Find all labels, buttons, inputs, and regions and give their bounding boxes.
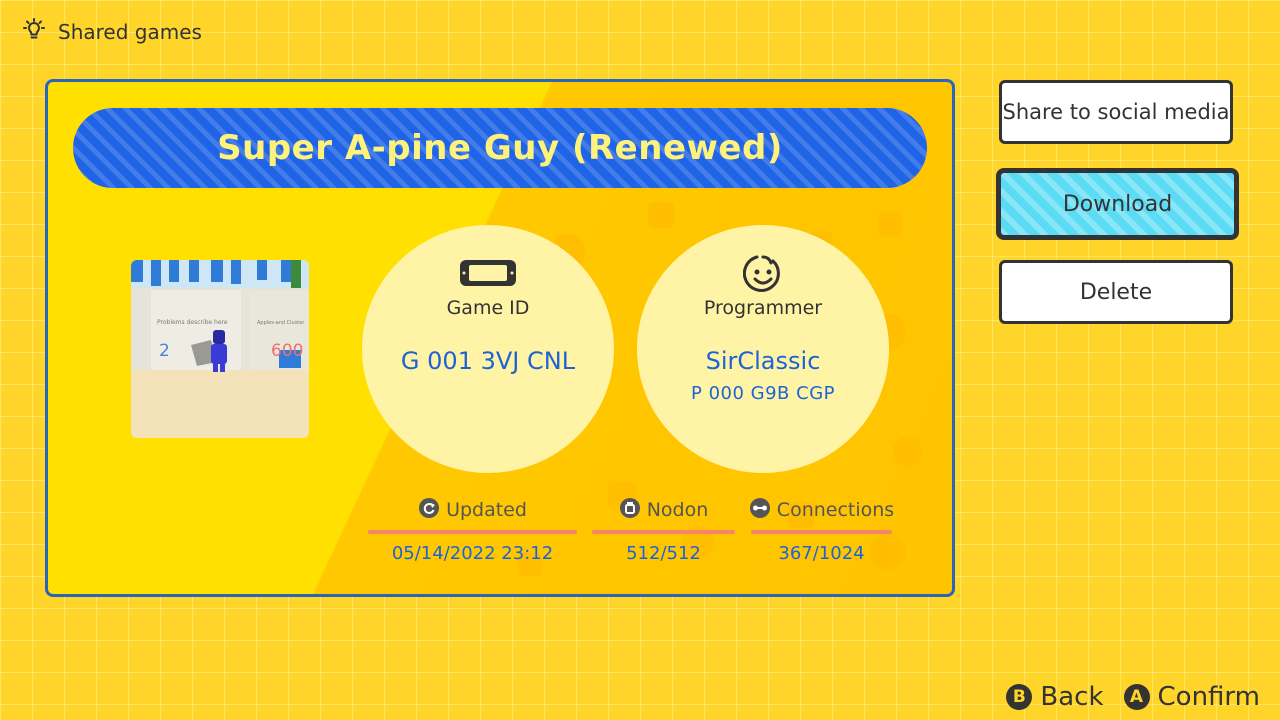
divider	[368, 530, 577, 534]
game-thumbnail: Problems describe here Apples-and Cluste…	[131, 260, 309, 438]
thumb-sign-left: Problems describe here	[157, 319, 228, 326]
stat-nodon: Nodon 512/512	[592, 496, 735, 564]
a-button-icon: A	[1123, 684, 1150, 710]
thumb-sign-right: Apples-and Cluster	[257, 320, 305, 326]
programmer-name: SirClassic	[705, 347, 821, 375]
programmer-panel: Programmer SirClassic P 000 G9B CGP	[637, 225, 889, 473]
game-title: Super A-pine Guy (Renewed)	[217, 128, 783, 168]
nodon-icon	[619, 497, 641, 523]
button-hints: B Back A Confirm	[1006, 682, 1260, 712]
programmer-label: Programmer	[703, 297, 823, 319]
title-banner: Super A-pine Guy (Renewed)	[73, 108, 927, 188]
stat-updated: Updated 05/14/2022 23:12	[368, 496, 577, 564]
programmer-id: P 000 G9B CGP	[691, 383, 835, 404]
thumb-score-left: 2	[159, 341, 170, 361]
refresh-icon	[418, 497, 440, 523]
lightbulb-icon	[20, 16, 48, 48]
programmer-face-icon	[733, 255, 793, 292]
download-button[interactable]: Download	[996, 168, 1239, 240]
page-header: Shared games	[20, 16, 202, 48]
delete-button[interactable]: Delete	[999, 260, 1233, 324]
b-button-icon: B	[1006, 684, 1033, 710]
connection-icon	[749, 497, 771, 523]
divider	[592, 530, 735, 534]
updated-value: 05/14/2022 23:12	[391, 543, 554, 564]
back-label: Back	[1040, 682, 1104, 712]
game-id-value: G 001 3VJ CNL	[400, 347, 576, 375]
game-id-panel: Game ID G 001 3VJ CNL	[362, 225, 614, 473]
divider	[751, 530, 892, 534]
nodon-label: Nodon	[646, 499, 709, 521]
page-title: Shared games	[58, 20, 202, 44]
stat-connections: Connections 367/1024	[749, 496, 895, 564]
share-button[interactable]: Share to social media	[999, 80, 1233, 144]
confirm-label: Confirm	[1157, 682, 1260, 712]
game-console-icon	[458, 255, 518, 291]
game-id-label: Game ID	[446, 297, 530, 319]
connections-value: 367/1024	[778, 543, 865, 564]
connections-label: Connections	[776, 499, 895, 521]
confirm-hint[interactable]: A Confirm	[1123, 682, 1260, 712]
back-hint[interactable]: B Back	[1006, 682, 1104, 712]
thumb-score-right: 600	[271, 341, 303, 361]
game-card: Super A-pine Guy (Renewed) Problems desc…	[45, 79, 955, 597]
nodon-value: 512/512	[626, 543, 701, 564]
updated-label: Updated	[446, 499, 527, 521]
